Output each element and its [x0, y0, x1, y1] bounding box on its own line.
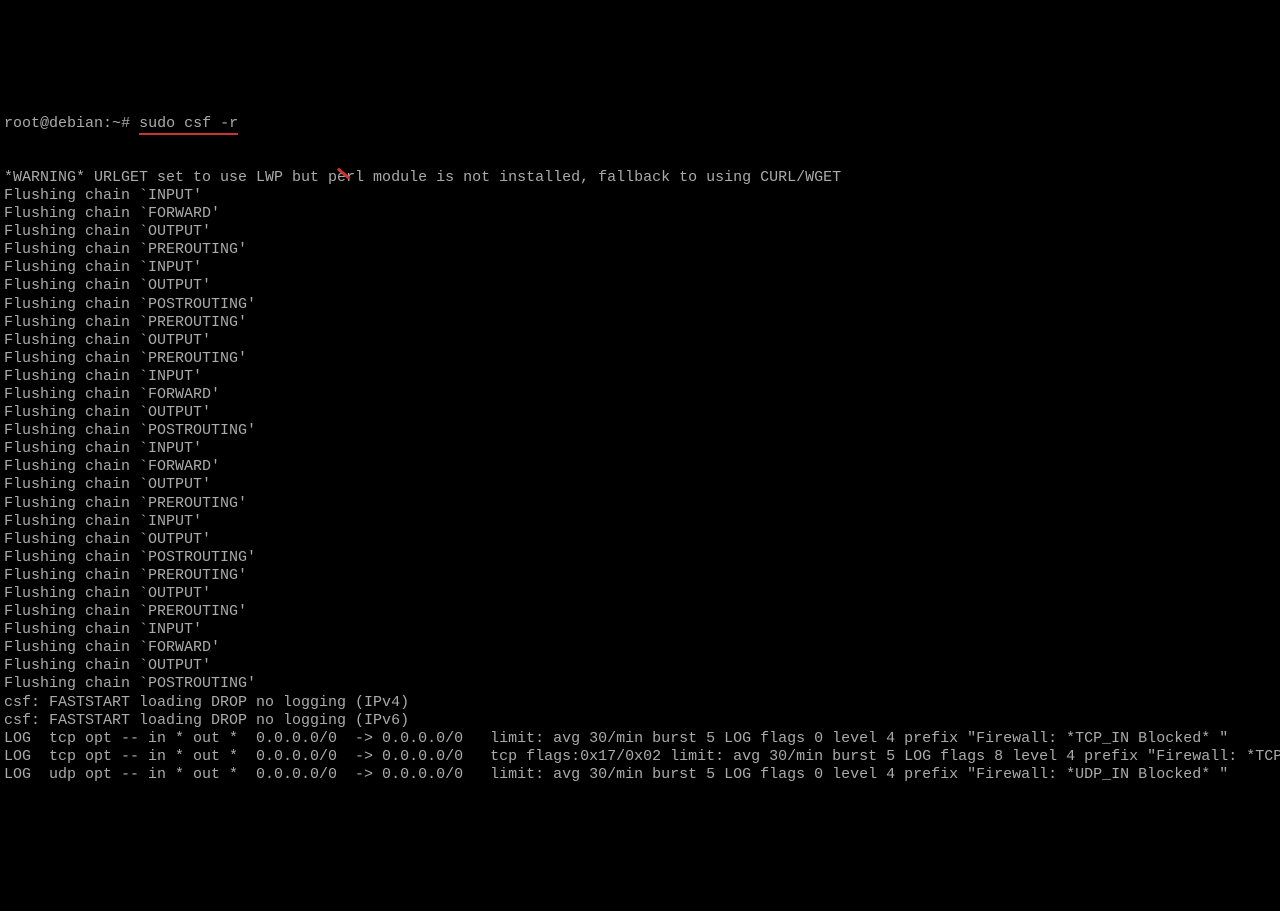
- output-line: Flushing chain `POSTROUTING': [4, 675, 1276, 693]
- output-line: Flushing chain `OUTPUT': [4, 404, 1276, 422]
- output-line: Flushing chain `PREROUTING': [4, 567, 1276, 585]
- output-line: Flushing chain `OUTPUT': [4, 277, 1276, 295]
- output-line: Flushing chain `INPUT': [4, 259, 1276, 277]
- command-text: sudo csf -r: [139, 115, 238, 135]
- output-line: Flushing chain `POSTROUTING': [4, 296, 1276, 314]
- output-line: Flushing chain `OUTPUT': [4, 585, 1276, 603]
- prompt-line: root@debian:~# sudo csf -r: [4, 115, 1276, 133]
- output-line: Flushing chain `FORWARD': [4, 205, 1276, 223]
- prompt-user-host: root@debian:~#: [4, 115, 139, 132]
- output-line: Flushing chain `PREROUTING': [4, 241, 1276, 259]
- output-line: LOG tcp opt -- in * out * 0.0.0.0/0 -> 0…: [4, 730, 1276, 748]
- output-line: LOG tcp opt -- in * out * 0.0.0.0/0 -> 0…: [4, 748, 1276, 766]
- output-line: *WARNING* URLGET set to use LWP but perl…: [4, 169, 1276, 187]
- output-line: Flushing chain `INPUT': [4, 621, 1276, 639]
- output-line: Flushing chain `OUTPUT': [4, 223, 1276, 241]
- output-line: Flushing chain `INPUT': [4, 187, 1276, 205]
- output-line: Flushing chain `PREROUTING': [4, 603, 1276, 621]
- output-line: Flushing chain `POSTROUTING': [4, 549, 1276, 567]
- terminal-window[interactable]: root@debian:~# sudo csf -r *WARNING* URL…: [4, 78, 1276, 820]
- output-line: Flushing chain `OUTPUT': [4, 332, 1276, 350]
- output-line: LOG udp opt -- in * out * 0.0.0.0/0 -> 0…: [4, 766, 1276, 784]
- output-line: Flushing chain `PREROUTING': [4, 350, 1276, 368]
- output-line: Flushing chain `PREROUTING': [4, 314, 1276, 332]
- output-line: Flushing chain `PREROUTING': [4, 495, 1276, 513]
- output-line: csf: FASTSTART loading DROP no logging (…: [4, 712, 1276, 730]
- terminal-output: *WARNING* URLGET set to use LWP but perl…: [4, 169, 1276, 784]
- output-line: Flushing chain `FORWARD': [4, 639, 1276, 657]
- output-line: Flushing chain `FORWARD': [4, 458, 1276, 476]
- output-line: Flushing chain `INPUT': [4, 513, 1276, 531]
- output-line: csf: FASTSTART loading DROP no logging (…: [4, 694, 1276, 712]
- output-line: Flushing chain `INPUT': [4, 368, 1276, 386]
- output-line: Flushing chain `OUTPUT': [4, 657, 1276, 675]
- output-line: Flushing chain `INPUT': [4, 440, 1276, 458]
- output-line: Flushing chain `OUTPUT': [4, 531, 1276, 549]
- output-line: Flushing chain `FORWARD': [4, 386, 1276, 404]
- output-line: Flushing chain `OUTPUT': [4, 476, 1276, 494]
- output-line: Flushing chain `POSTROUTING': [4, 422, 1276, 440]
